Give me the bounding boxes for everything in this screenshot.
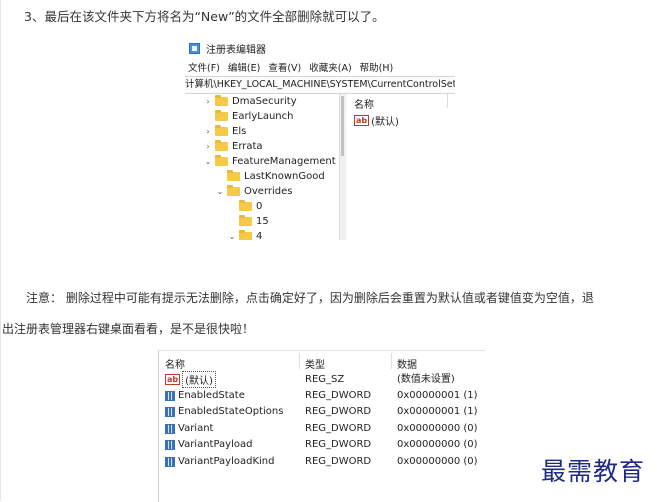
values-column-name-header[interactable]: 名称 (354, 96, 374, 111)
table-row[interactable]: EnabledStateOptions REG_DWORD 0x00000001… (159, 404, 485, 419)
address-bar[interactable]: 计算机\HKEY_LOCAL_MACHINE\SYSTEM\CurrentCon… (185, 76, 455, 94)
dword-value-icon (165, 390, 175, 401)
regedit-menu-bar: 文件(F) 编辑(E) 查看(V) 收藏夹(A) 帮助(H) (188, 60, 401, 76)
table-row[interactable]: VariantPayloadKind REG_DWORD 0x00000000 … (159, 454, 485, 469)
regedit-values-pane: 名称 ab (默认) (350, 94, 455, 240)
tree-item-label: Errata (232, 141, 263, 152)
value-row-default[interactable]: ab (默认) (354, 113, 399, 128)
value-data: 0x00000000 (0) (397, 439, 478, 450)
value-data: 0x00000000 (0) (397, 456, 478, 467)
tree-item-lastknowngood[interactable]: LastKnownGood (215, 169, 325, 184)
step-3-text: 3、最后在该文件夹下方将名为“New”的文件全部删除就可以了。 (24, 9, 385, 24)
value-name: (默认) (371, 117, 399, 128)
table-row[interactable]: ab (默认) REG_SZ (数值未设置) (159, 371, 485, 388)
tree-item-featuremanagement[interactable]: ⌄ FeatureManagement (203, 154, 336, 169)
tree-item-els[interactable]: › Els (203, 124, 246, 139)
dword-value-icon (165, 406, 175, 417)
dword-value-icon (165, 439, 175, 450)
value-type: REG_DWORD (305, 439, 372, 450)
value-data: 0x00000000 (0) (397, 423, 478, 434)
collapse-arrow-icon[interactable]: ⌄ (215, 187, 225, 196)
column-header-name[interactable]: 名称 (165, 356, 185, 371)
tree-item-4[interactable]: ⌄ 4 (227, 229, 262, 240)
value-data: (数值未设置) (397, 374, 455, 385)
column-divider[interactable] (447, 94, 448, 108)
tree-item-overrides[interactable]: ⌄ Overrides (215, 184, 292, 199)
value-type: REG_DWORD (305, 423, 372, 434)
tree-item-label: Overrides (244, 186, 293, 197)
page-left-rule (0, 0, 1, 501)
table-row[interactable]: Variant REG_DWORD 0x00000000 (0) (159, 421, 485, 436)
note-line-1: 注意： 删除过程中可能有提示无法删除，点击确定好了，因为删除后会重置为默认值或者… (26, 291, 594, 305)
string-value-icon: ab (165, 374, 181, 385)
folder-icon (227, 170, 240, 181)
table-row[interactable]: VariantPayload REG_DWORD 0x00000000 (0) (159, 437, 485, 452)
tree-item-label: FeatureManagement (232, 156, 336, 167)
tree-item-label: LastKnownGood (244, 171, 325, 182)
regedit-screenshot: 注册表编辑器 文件(F) 编辑(E) 查看(V) 收藏夹(A) 帮助(H) 计算… (185, 37, 455, 240)
table-row[interactable]: EnabledState REG_DWORD 0x00000001 (1) (159, 388, 485, 403)
tree-item-label: DmaSecurity (232, 96, 297, 107)
column-header-type[interactable]: 类型 (305, 356, 325, 371)
registry-tree: › DmaSecurity EarlyLaunch › Els › Errata… (185, 94, 339, 240)
tree-item-errata[interactable]: › Errata (203, 139, 263, 154)
column-header-data[interactable]: 数据 (397, 356, 417, 371)
value-data: 0x00000001 (1) (397, 406, 478, 417)
folder-icon (239, 215, 252, 226)
menu-help[interactable]: 帮助(H) (360, 60, 394, 76)
value-name: Variant (178, 423, 214, 434)
collapse-arrow-icon[interactable]: ⌄ (203, 157, 213, 166)
tree-scrollbar[interactable] (339, 94, 346, 240)
menu-file[interactable]: 文件(F) (188, 60, 220, 76)
value-type: REG_DWORD (305, 456, 372, 467)
expand-arrow-icon[interactable]: › (203, 127, 213, 136)
folder-open-icon (227, 185, 240, 196)
value-type: REG_SZ (305, 374, 345, 385)
string-value-icon: ab (354, 115, 370, 126)
dword-value-icon (165, 456, 175, 467)
folder-icon (215, 110, 228, 121)
value-name: EnabledStateOptions (178, 406, 284, 417)
tree-scrollbar-thumb[interactable] (341, 96, 344, 156)
menu-edit[interactable]: 编辑(E) (228, 60, 260, 76)
menu-view[interactable]: 查看(V) (268, 60, 301, 76)
tree-item-earlylaunch[interactable]: EarlyLaunch (203, 109, 293, 124)
tree-item-0[interactable]: 0 (227, 199, 262, 214)
column-divider[interactable] (391, 353, 392, 369)
note-line-2: 出注册表管理器右键桌面看看，是不是很快啦！ (2, 322, 255, 336)
tree-item-label: EarlyLaunch (232, 111, 294, 122)
tree-item-label: Els (232, 126, 247, 137)
regedit-title: 注册表编辑器 (206, 44, 266, 56)
column-divider[interactable] (299, 353, 300, 369)
menu-favorites[interactable]: 收藏夹(A) (309, 60, 351, 76)
folder-icon (215, 140, 228, 151)
tree-item-label: 4 (256, 231, 263, 240)
folder-icon (239, 200, 252, 211)
watermark-logo-text: 最需教育 (541, 457, 646, 486)
value-type: REG_DWORD (305, 390, 372, 401)
value-type: REG_DWORD (305, 406, 372, 417)
dword-value-icon (165, 423, 175, 434)
value-name: EnabledState (178, 390, 245, 401)
values-table-screenshot: 名称 类型 数据 ab (默认) REG_SZ (数值未设置) EnabledSt… (158, 350, 485, 502)
tree-item-dmasecurity[interactable]: › DmaSecurity (203, 94, 297, 109)
value-name: VariantPayloadKind (178, 456, 275, 467)
folder-icon (215, 125, 228, 136)
expand-arrow-icon[interactable]: › (203, 142, 213, 151)
folder-open-icon (239, 230, 252, 240)
value-name: (默认) (182, 371, 216, 388)
tree-item-label: 0 (256, 201, 263, 212)
regedit-title-bar: 注册表编辑器 (189, 39, 266, 57)
tree-item-15[interactable]: 15 (227, 214, 269, 229)
expand-arrow-icon[interactable]: › (203, 97, 213, 106)
folder-open-icon (215, 155, 228, 166)
value-name: VariantPayload (178, 439, 253, 450)
value-data: 0x00000001 (1) (397, 390, 478, 401)
folder-icon (215, 95, 228, 106)
tree-item-label: 15 (256, 216, 269, 227)
collapse-arrow-icon[interactable]: ⌄ (227, 232, 237, 240)
regedit-app-icon (189, 42, 200, 54)
